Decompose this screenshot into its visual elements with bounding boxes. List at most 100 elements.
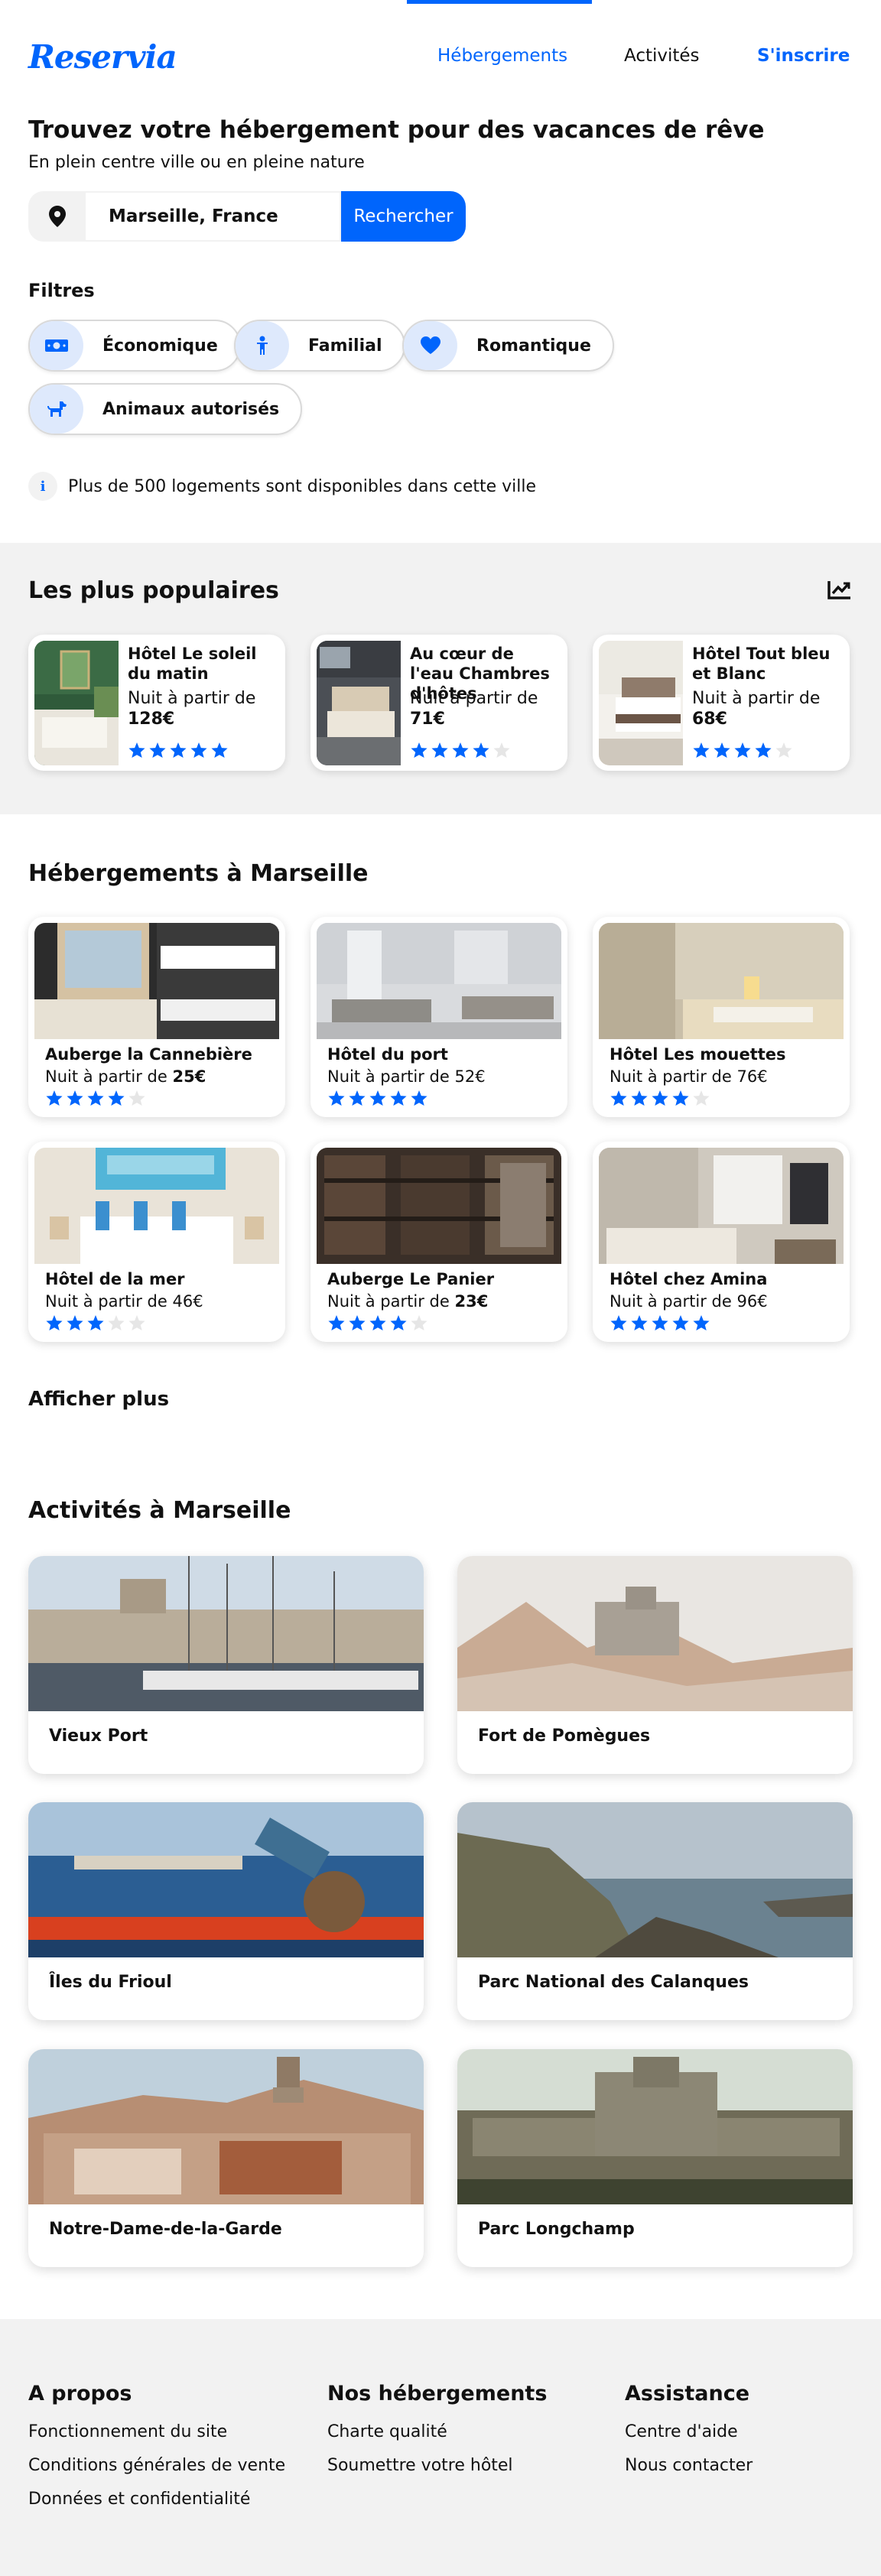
star-filled-icon: [369, 1090, 386, 1106]
map-pin-icon: [28, 191, 86, 242]
activity-photo: [28, 1802, 424, 1957]
hotel-card[interactable]: Auberge Le Panier Nuit à partir de 23€: [310, 1142, 567, 1342]
activity-card[interactable]: Fort de Pomègues: [457, 1556, 853, 1774]
star-filled-icon: [211, 742, 228, 759]
star-filled-icon: [473, 742, 489, 759]
nav-sinscrire[interactable]: S'inscrire: [757, 46, 850, 66]
popular-section: Les plus populaires Hôtel Le soleil du m…: [0, 543, 881, 814]
star-filled-icon: [349, 1314, 366, 1331]
page-subtitle: En plein centre ville ou en pleine natur…: [28, 153, 365, 172]
popular-card[interactable]: Au cœur de l'eau Chambres d'hôtes Nuit à…: [310, 635, 567, 771]
hotel-name: Hôtel de la mer: [45, 1270, 185, 1288]
star-filled-icon: [149, 742, 166, 759]
footer-link[interactable]: Nous contacter: [625, 2456, 753, 2475]
hotel-name: Hôtel Tout bleu et Blanc: [692, 645, 831, 683]
money-icon: [30, 321, 83, 370]
star-filled-icon: [631, 1090, 648, 1106]
search-bar: Marseille, France Rechercher: [28, 191, 466, 242]
activity-name: Parc Longchamp: [478, 2220, 635, 2239]
star-filled-icon: [411, 742, 427, 759]
availability-info: i Plus de 500 logements sont disponibles…: [28, 472, 536, 501]
hotel-card[interactable]: Hôtel chez Amina Nuit à partir de 96€: [593, 1142, 850, 1342]
filter-animaux[interactable]: Animaux autorisés: [28, 383, 303, 435]
star-filled-icon: [108, 1090, 125, 1106]
filter-familial[interactable]: Familial: [234, 320, 405, 372]
hotel-photo: [599, 641, 683, 765]
activity-card[interactable]: Parc Longchamp: [457, 2049, 853, 2267]
hotel-card[interactable]: Auberge la Cannebière Nuit à partir de 2…: [28, 917, 285, 1117]
hotel-price: Nuit à partir de 23€: [327, 1292, 489, 1311]
star-filled-icon: [693, 1314, 710, 1331]
search-button[interactable]: Rechercher: [341, 191, 466, 242]
footer-link[interactable]: Soumettre votre hôtel: [327, 2456, 547, 2475]
active-nav-indicator: [407, 0, 592, 4]
activity-card[interactable]: Îles du Frioul: [28, 1802, 424, 2020]
footer-link[interactable]: Charte qualité: [327, 2422, 547, 2441]
activity-name: Vieux Port: [49, 1727, 148, 1746]
header: Reservia Hébergements Activités S'inscri…: [0, 0, 881, 115]
popular-card[interactable]: Hôtel Le soleil du matin Nuit à partir d…: [28, 635, 285, 771]
availability-text: Plus de 500 logements sont disponibles d…: [68, 476, 537, 496]
star-rating: [45, 1314, 148, 1331]
hotel-name: Hôtel du port: [327, 1045, 448, 1064]
footer-link[interactable]: Conditions générales de vente: [28, 2456, 285, 2475]
star-filled-icon: [714, 742, 730, 759]
star-filled-icon: [369, 1314, 386, 1331]
hotel-name: Hôtel Le soleil du matin: [128, 645, 257, 683]
activities-title: Activités à Marseille: [28, 1497, 291, 1524]
star-rating: [692, 742, 795, 759]
filter-economique[interactable]: Économique: [28, 320, 241, 372]
star-filled-icon: [610, 1090, 627, 1106]
hotel-name: Auberge Le Panier: [327, 1270, 495, 1288]
hotel-card[interactable]: Hôtel de la mer Nuit à partir de 46€: [28, 1142, 285, 1342]
star-rating: [610, 1314, 713, 1331]
star-filled-icon: [87, 1090, 104, 1106]
search-input[interactable]: Marseille, France: [86, 191, 341, 242]
star-filled-icon: [87, 1314, 104, 1331]
star-filled-icon: [190, 742, 207, 759]
hotel-name: Hôtel Les mouettes: [610, 1045, 786, 1064]
hotel-price: Nuit à partir de 46€: [45, 1292, 203, 1311]
filter-romantique[interactable]: Romantique: [402, 320, 614, 372]
star-filled-icon: [46, 1090, 63, 1106]
activity-card[interactable]: Vieux Port: [28, 1556, 424, 1774]
nav-activites[interactable]: Activités: [624, 46, 700, 66]
footer: A propos Fonctionnement du site Conditio…: [0, 2319, 881, 2576]
show-more-link[interactable]: Afficher plus: [28, 1388, 169, 1411]
footer-column-assistance: Assistance Centre d'aide Nous contacter: [625, 2382, 753, 2490]
activity-card[interactable]: Notre-Dame-de-la-Garde: [28, 2049, 424, 2267]
hotel-card[interactable]: Hôtel du port Nuit à partir de 52€: [310, 917, 567, 1117]
dog-icon: [30, 385, 83, 434]
hotel-photo: [34, 1148, 279, 1264]
activity-name: Fort de Pomègues: [478, 1727, 651, 1746]
activity-name: Parc National des Calanques: [478, 1973, 749, 1992]
logo[interactable]: Reservia: [28, 38, 177, 76]
star-rating: [410, 742, 513, 759]
footer-link[interactable]: Centre d'aide: [625, 2422, 753, 2441]
star-filled-icon: [349, 1090, 366, 1106]
star-empty-icon: [128, 1090, 145, 1106]
hotel-price: Nuit à partir de 68€: [692, 689, 821, 729]
hotel-name: Auberge la Cannebière: [45, 1045, 252, 1064]
footer-link[interactable]: Données et confidentialité: [28, 2490, 285, 2509]
hotel-photo: [599, 923, 844, 1039]
star-empty-icon: [108, 1314, 125, 1331]
star-filled-icon: [390, 1090, 407, 1106]
star-filled-icon: [328, 1314, 345, 1331]
nav-hebergements[interactable]: Hébergements: [437, 46, 567, 66]
filter-label: Économique: [102, 336, 218, 356]
popular-card[interactable]: Hôtel Tout bleu et Blanc Nuit à partir d…: [593, 635, 850, 771]
hotel-card[interactable]: Hôtel Les mouettes Nuit à partir de 76€: [593, 917, 850, 1117]
activity-name: Îles du Frioul: [49, 1973, 172, 1992]
hotel-photo: [317, 641, 401, 765]
star-empty-icon: [775, 742, 792, 759]
hotel-photo: [317, 1148, 561, 1264]
footer-column-apropos: A propos Fonctionnement du site Conditio…: [28, 2382, 285, 2523]
activity-card[interactable]: Parc National des Calanques: [457, 1802, 853, 2020]
star-filled-icon: [128, 742, 145, 759]
footer-link[interactable]: Fonctionnement du site: [28, 2422, 285, 2441]
hotel-price: Nuit à partir de 96€: [610, 1292, 768, 1311]
footer-heading: Assistance: [625, 2382, 750, 2405]
hotel-photo: [34, 923, 279, 1039]
star-rating: [45, 1090, 148, 1106]
